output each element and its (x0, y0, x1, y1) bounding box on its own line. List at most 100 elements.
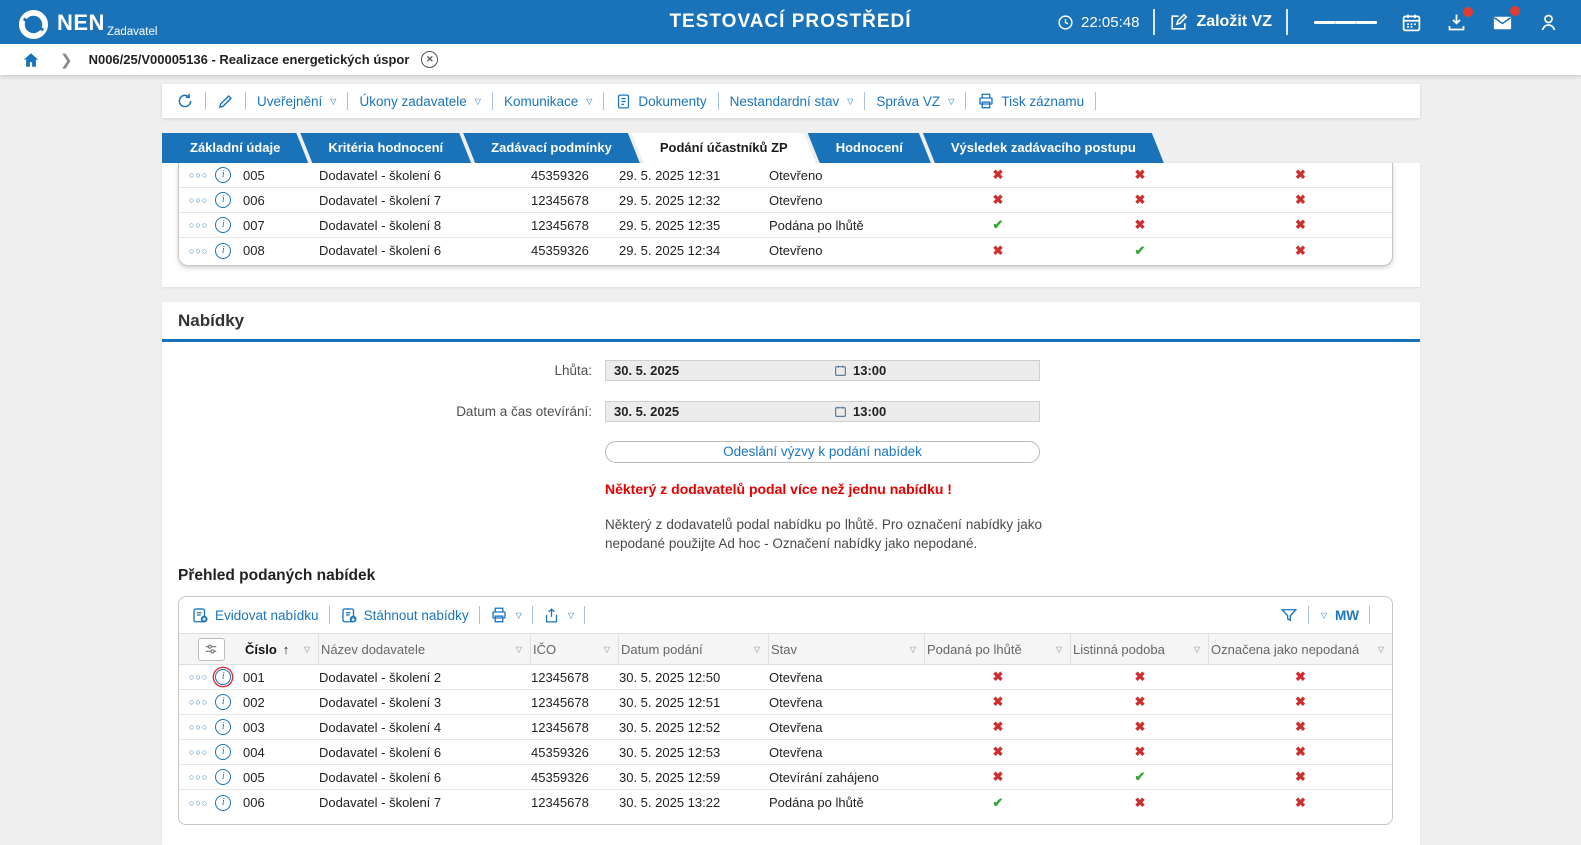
column-header-4[interactable]: Datum podání ▽ (619, 634, 769, 664)
offers-table-toolbar: Evidovat nabídku Stáhnout nabídky ▽ ▽ ▽ … (179, 597, 1392, 633)
column-header-5[interactable]: Stav ▽ (769, 634, 925, 664)
row-ico: 12345678 (531, 719, 589, 735)
toolbar-menu-5[interactable]: Nestandardní stav ▽ (730, 94, 854, 109)
toolbar-menu-3[interactable]: Komunikace ▽ (504, 94, 592, 109)
column-header-2[interactable]: Název dodavatele ▽ (319, 634, 531, 664)
column-settings-button[interactable] (197, 637, 225, 661)
section-title: Nabídky (178, 311, 245, 330)
column-header-7[interactable]: Listinná podoba ▽ (1071, 634, 1209, 664)
deadline-date-value[interactable]: 30. 5. 2025 (606, 363, 679, 378)
row-info-icon[interactable]: i (215, 794, 232, 811)
column-label: Název dodavatele (321, 641, 426, 657)
view-switcher-button[interactable]: ▽ MW (1319, 608, 1359, 623)
calendar-button[interactable] (1401, 12, 1422, 33)
row-menu-icon[interactable]: ○○○ (189, 747, 208, 757)
column-header-1[interactable]: Číslo ↑ ▽ (243, 634, 319, 664)
filter-button[interactable] (1280, 606, 1298, 624)
row-ico: 12345678 (531, 694, 589, 710)
column-filter-icon[interactable]: ▽ (516, 645, 522, 654)
column-filter-icon[interactable]: ▽ (604, 645, 610, 654)
column-filter-icon[interactable]: ▽ (1194, 645, 1200, 654)
row-number: 002 (243, 694, 265, 710)
export-menu-button[interactable]: ▽ (543, 607, 574, 624)
row-menu-icon[interactable]: ○○○ (189, 772, 208, 782)
home-button[interactable] (22, 51, 40, 69)
column-filter-icon[interactable]: ▽ (1056, 645, 1062, 654)
mark-late-x-icon: ✖ (992, 744, 1004, 759)
row-supplier: Dodavatel - školení 7 (319, 795, 442, 810)
mark-paper-x-icon: ✖ (1134, 694, 1146, 709)
refresh-button[interactable] (176, 92, 194, 110)
deadline-field[interactable]: 30. 5. 2025 13:00 (605, 360, 1040, 381)
row-status: Otevřena (769, 744, 823, 760)
row-status: Podána po lhůtě (769, 217, 864, 233)
brand-text: NEN (57, 10, 105, 35)
profile-button[interactable] (1538, 12, 1559, 33)
column-header-6[interactable]: Podaná po lhůtě ▽ (925, 634, 1071, 664)
tab-1[interactable]: Základní údaje (162, 133, 308, 163)
column-filter-icon[interactable]: ▽ (754, 645, 760, 654)
edit-record-button[interactable] (217, 93, 234, 110)
messages-button[interactable] (1491, 5, 1520, 34)
row-info-icon[interactable]: i (215, 694, 232, 710)
create-vz-button[interactable]: Založit VZ (1169, 13, 1272, 32)
row-info-icon[interactable]: i (215, 217, 232, 233)
row-date: 30. 5. 2025 12:51 (619, 694, 721, 710)
register-offer-button[interactable]: Evidovat nabídku (191, 606, 319, 624)
toolbar-menu-6[interactable]: Správa VZ ▽ (876, 94, 954, 109)
tab-3[interactable]: Zadávací podmínky (463, 133, 640, 163)
row-menu-icon[interactable]: ○○○ (189, 697, 208, 707)
row-actions: ○○○ i (179, 719, 243, 735)
server-time: 22:05:48 (1057, 14, 1139, 31)
download-offers-button[interactable]: Stáhnout nabídky (340, 606, 469, 624)
tab-2[interactable]: Kritéria hodnocení (300, 133, 471, 163)
row-menu-icon[interactable]: ○○○ (189, 195, 208, 205)
column-filter-icon[interactable]: ▽ (1378, 645, 1384, 654)
row-menu-icon[interactable]: ○○○ (189, 798, 208, 808)
column-filter-icon[interactable]: ▽ (910, 645, 916, 654)
row-supplier: Dodavatel - školení 8 (319, 217, 442, 233)
user-icon (1541, 14, 1556, 30)
row-info-icon[interactable]: i (215, 167, 232, 183)
mark-late-x-icon: ✖ (992, 192, 1004, 207)
toolbar-menu-2[interactable]: Úkony zadavatele ▽ (359, 94, 480, 109)
tab-6[interactable]: Výsledek zadávacího postupu (923, 133, 1164, 163)
column-header-8[interactable]: Označena jako nepodaná ▽ (1209, 634, 1392, 664)
deadline-time-value[interactable]: 13:00 (853, 363, 886, 378)
tab-5[interactable]: Hodnocení (808, 133, 931, 163)
downloads-button[interactable] (1446, 6, 1473, 33)
tab-4[interactable]: Podání účastníků ZP (632, 133, 816, 163)
menu-button[interactable] (1314, 18, 1377, 27)
row-number: 001 (243, 669, 265, 685)
nen-logo[interactable]: NEN Zadavatel (18, 4, 157, 40)
opening-field[interactable]: 30. 5. 2025 13:00 (605, 401, 1040, 422)
toolbar-menu-label: Komunikace (503, 93, 579, 109)
column-header-3[interactable]: IČO ▽ (531, 634, 619, 664)
toolbar-menu-7[interactable]: Tisk záznamu (977, 92, 1084, 110)
row-menu-icon[interactable]: ○○○ (189, 170, 208, 180)
divider (1095, 92, 1097, 110)
row-menu-icon[interactable]: ○○○ (189, 220, 208, 230)
row-menu-icon[interactable]: ○○○ (189, 246, 208, 256)
opening-time-value[interactable]: 13:00 (853, 404, 886, 419)
toolbar-menu-4[interactable]: Dokumenty (615, 93, 707, 110)
opening-date-value[interactable]: 30. 5. 2025 (606, 404, 679, 419)
row-info-icon[interactable]: i (215, 744, 232, 760)
row-info-icon[interactable]: i (215, 669, 232, 685)
breadcrumb-item[interactable]: N006/25/V00005136 - Realizace energetick… (89, 52, 410, 67)
row-menu-icon[interactable]: ○○○ (189, 722, 208, 732)
toolbar-menu-1[interactable]: Uveřejnění ▽ (257, 94, 336, 109)
close-record-icon[interactable]: ✕ (421, 51, 439, 68)
send-call-button[interactable]: Odeslání výzvy k podání nabídek (605, 441, 1040, 463)
row-info-icon[interactable]: i (215, 242, 232, 259)
mark-unsubmitted-x-icon: ✖ (1295, 669, 1306, 684)
row-menu-icon[interactable]: ○○○ (189, 672, 208, 682)
row-date: 29. 5. 2025 12:32 (619, 192, 721, 208)
offers-table-header: Číslo ↑ ▽ Název dodavatele ▽ IČO ▽ Datum podání… (179, 633, 1392, 665)
printer-icon (491, 607, 506, 623)
row-info-icon[interactable]: i (215, 719, 232, 735)
column-filter-icon[interactable]: ▽ (304, 645, 310, 654)
print-menu-button[interactable]: ▽ (490, 606, 522, 624)
row-info-icon[interactable]: i (215, 769, 232, 785)
row-info-icon[interactable]: i (215, 192, 232, 208)
